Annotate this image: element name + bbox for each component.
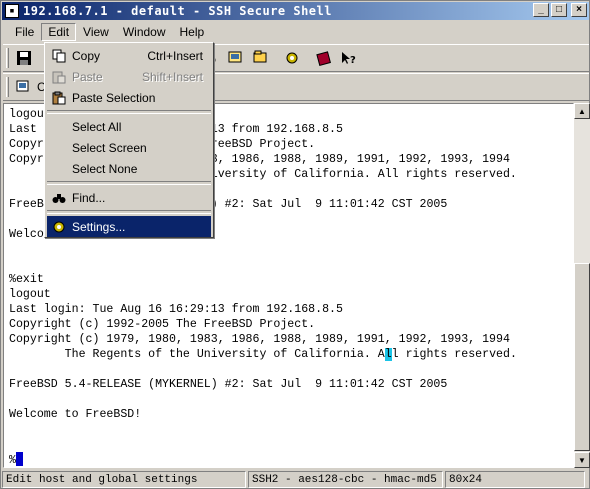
menu-find-label: Find... (72, 190, 106, 205)
svg-text:?: ? (350, 55, 356, 66)
settings-icon (51, 219, 67, 234)
maximize-button[interactable]: □ (551, 3, 567, 17)
copy-icon (51, 48, 67, 63)
menu-copy-shortcut: Ctrl+Insert (147, 48, 203, 63)
edit-menu-dropdown: Copy Ctrl+Insert Paste Shift+Insert Past… (44, 42, 214, 238)
title-bar[interactable]: ▪ 192.168.7.1 - default - SSH Secure She… (2, 2, 589, 20)
context-help-icon[interactable]: ? (337, 47, 359, 69)
window-title: 192.168.7.1 - default - SSH Secure Shell (23, 4, 332, 18)
menu-copy[interactable]: Copy Ctrl+Insert (47, 45, 211, 66)
menu-file[interactable]: File (8, 23, 41, 41)
menu-find[interactable]: Find... (47, 187, 211, 208)
menu-select-all-label: Select All (72, 119, 122, 134)
toolbar-grip-2[interactable] (6, 77, 9, 97)
terminal-line: Copyright (c) 1979, 1980, 1983, 1986, 19… (9, 333, 510, 346)
scroll-down-icon[interactable]: ▼ (574, 452, 590, 468)
terminal-line: % (9, 452, 517, 467)
scrollbar-thumb[interactable] (574, 263, 590, 451)
status-bar: Edit host and global settings SSH2 - aes… (2, 470, 589, 489)
window-controls: _ □ × (533, 3, 587, 17)
terminal-line: %exit (9, 273, 44, 286)
menu-select-none-label: Select None (72, 161, 138, 176)
terminal-line: FreeBSD 5.4-RELEASE (MYKERNEL) #2: Sat J… (9, 378, 448, 391)
new-terminal-icon[interactable] (225, 47, 247, 69)
terminal-cursor (15, 452, 23, 466)
terminal-line: Copyright (c) 1992-2005 The FreeBSD Proj… (9, 318, 316, 331)
paste-icon (51, 69, 67, 84)
binoculars-icon (51, 190, 67, 205)
menu-separator (47, 208, 211, 216)
menu-paste-shortcut: Shift+Insert (141, 69, 203, 84)
vertical-scrollbar[interactable]: ▲ ▼ (574, 103, 590, 468)
menu-settings-label: Settings... (72, 219, 126, 234)
minimize-button[interactable]: _ (533, 3, 549, 17)
menu-paste: Paste Shift+Insert (47, 66, 211, 87)
app-icon: ▪ (5, 4, 19, 18)
close-button[interactable]: × (571, 3, 587, 17)
scroll-up-icon[interactable]: ▲ (574, 103, 590, 119)
status-connection: SSH2 - aes128-cbc - hmac-md5 - z (248, 471, 443, 488)
menu-view[interactable]: View (76, 23, 116, 41)
terminal-line: Welcome to FreeBSD! (9, 408, 142, 421)
menu-paste-selection-label: Paste Selection (72, 90, 156, 105)
menu-select-all[interactable]: Select All (47, 116, 211, 137)
menu-settings[interactable]: Settings... (47, 216, 211, 237)
menu-paste-selection[interactable]: Paste Selection (47, 87, 211, 108)
menu-select-none[interactable]: Select None (47, 158, 211, 179)
menu-edit[interactable]: Edit (41, 23, 77, 41)
menu-help[interactable]: Help (173, 23, 212, 41)
selection-cursor: l (384, 348, 392, 361)
menu-window[interactable]: Window (116, 23, 173, 41)
toolbar-grip[interactable] (6, 48, 9, 68)
paste-selection-icon (51, 90, 67, 105)
save-icon[interactable] (13, 47, 35, 69)
ssh-window: ▪ 192.168.7.1 - default - SSH Secure She… (0, 0, 590, 489)
status-terminal-size: 80x24 (445, 471, 585, 488)
menu-copy-label: Copy (72, 48, 101, 63)
menu-select-screen[interactable]: Select Screen (47, 137, 211, 158)
menu-separator (47, 108, 211, 116)
menu-separator (47, 179, 211, 187)
help-book-icon[interactable] (313, 47, 335, 69)
terminal-line: logout (9, 288, 51, 301)
menu-paste-label: Paste (72, 69, 103, 84)
terminal-line: Last login: Tue Aug 16 16:29:13 from 192… (9, 303, 343, 316)
settings-icon[interactable] (281, 47, 303, 69)
status-hint: Edit host and global settings (2, 471, 246, 488)
quick-connect-icon[interactable] (13, 76, 35, 98)
menu-bar: File Edit View Window Help (2, 21, 589, 43)
new-file-transfer-icon[interactable] (249, 47, 271, 69)
menu-select-screen-label: Select Screen (72, 140, 147, 155)
terminal-line: The Regents of the University of Califor… (9, 348, 517, 361)
